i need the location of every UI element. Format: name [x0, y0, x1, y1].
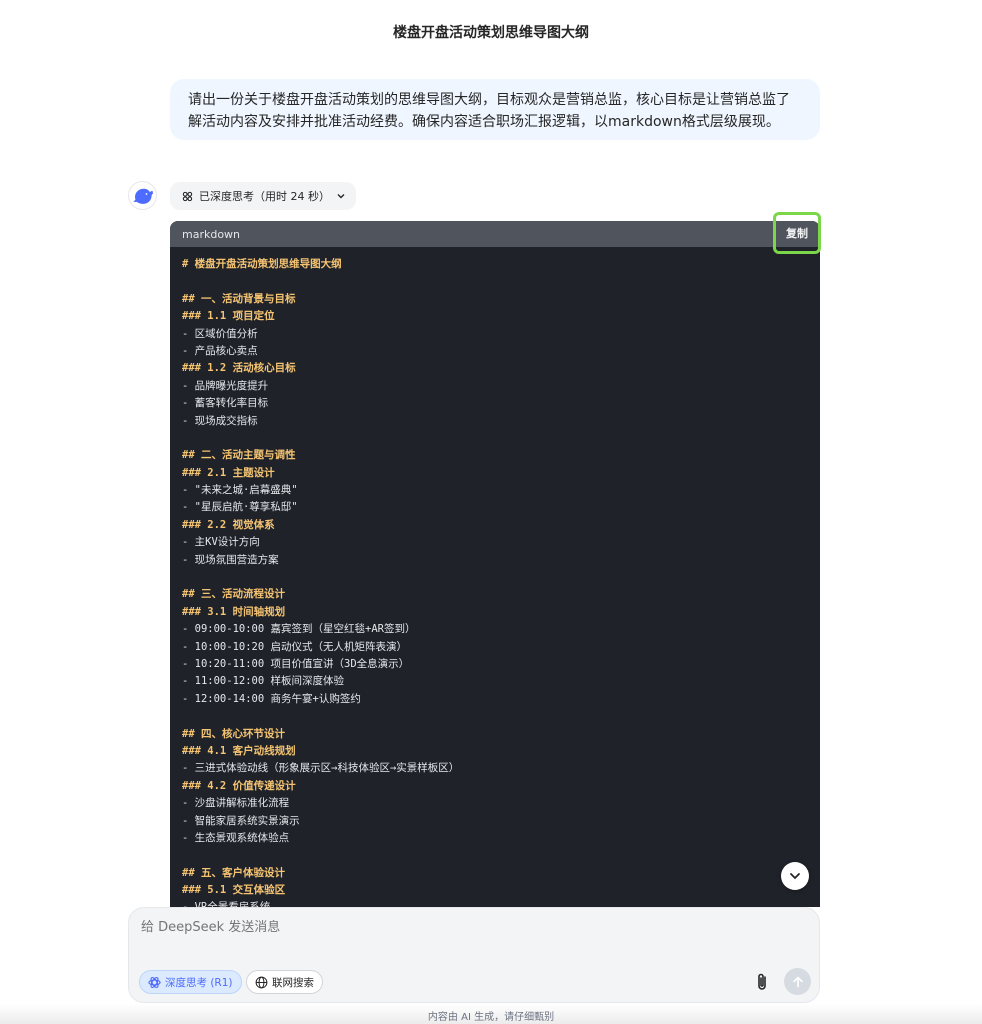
- whale-logo-icon: [133, 188, 153, 204]
- code-line: - 主KV设计方向: [182, 536, 260, 549]
- assistant-avatar: [128, 181, 157, 210]
- code-line: - 蓄客转化率目标: [182, 397, 269, 410]
- send-button[interactable]: [784, 968, 811, 995]
- code-line: - 现场成交指标: [182, 414, 258, 427]
- code-line: - 09:00-10:00 嘉宾签到（星空红毯+AR签到）: [182, 623, 416, 636]
- attach-file-button[interactable]: [751, 970, 773, 994]
- arrow-up-icon: [792, 975, 803, 987]
- code-line: # 楼盘开盘活动策划思维导图大纲: [182, 258, 342, 270]
- deep-think-toggle[interactable]: 深度思考 (R1): [139, 970, 242, 994]
- code-line: ## 四、核心环节设计: [182, 727, 285, 740]
- chevron-down-icon: [336, 191, 346, 201]
- code-line: - "星辰启航·尊享私邸": [182, 501, 298, 514]
- code-line: - VR全景看房系统: [182, 899, 808, 907]
- code-line: - 12:00-14:00 商务午宴+认购签约: [182, 692, 361, 705]
- message-composer: 深度思考 (R1) 联网搜索: [128, 907, 820, 1003]
- code-line: ### 5.1 交互体验区: [182, 884, 286, 897]
- paperclip-icon: [758, 973, 766, 990]
- ai-disclaimer: 内容由 AI 生成，请仔细甄别: [427, 1012, 555, 1023]
- copy-button[interactable]: 复制: [773, 212, 821, 254]
- code-line: - "未来之城·启幕盛典": [182, 484, 298, 497]
- code-line: ## 五、客户体验设计: [182, 866, 285, 879]
- code-line: - 现场氛围营造方案: [182, 553, 279, 566]
- code-line: - 11:00-12:00 样板间深度体验: [182, 675, 345, 688]
- message-input[interactable]: [141, 920, 801, 935]
- code-block: markdown # 楼盘开盘活动策划思维导图大纲 ## 一、活动背景与目标 ##…: [170, 221, 820, 907]
- thinking-label: 已深度思考（用时 24 秒）: [199, 190, 330, 203]
- code-content: # 楼盘开盘活动策划思维导图大纲 ## 一、活动背景与目标 ### 1.1 项目定…: [170, 247, 820, 907]
- code-line: ### 2.2 视觉体系: [182, 518, 275, 531]
- code-line: - 智能家居系统实景演示: [182, 814, 300, 827]
- code-line: ### 4.2 价值传递设计: [182, 779, 296, 792]
- code-line: ### 2.1 主题设计: [182, 466, 275, 479]
- code-language-label: markdown: [182, 227, 241, 241]
- page-title: 楼盘开盘活动策划思维导图大纲: [393, 25, 589, 41]
- code-line: ## 一、活动背景与目标: [182, 292, 296, 305]
- scroll-to-bottom-button[interactable]: [781, 862, 809, 890]
- code-line: - 产品核心卖点: [182, 344, 258, 357]
- code-line: - 区域价值分析: [182, 327, 258, 340]
- web-search-toggle[interactable]: 联网搜索: [246, 970, 323, 994]
- code-line: - 10:20-11:00 项目价值宣讲（3D全息演示）: [182, 657, 410, 670]
- code-line: - 三进式体验动线（形象展示区→科技体验区→实景样板区）: [182, 762, 460, 775]
- thinking-toggle[interactable]: 已深度思考（用时 24 秒）: [170, 182, 356, 210]
- code-line: - 品牌曝光度提升: [182, 379, 269, 392]
- code-line: - 10:00-10:20 启动仪式（无人机矩阵表演）: [182, 640, 408, 653]
- code-line: ### 1.2 活动核心目标: [182, 362, 296, 375]
- code-line: ### 3.1 时间轴规划: [182, 605, 286, 618]
- code-line: - 生态景观系统体验点: [182, 831, 290, 844]
- user-message-bubble: 请出一份关于楼盘开盘活动策划的思维导图大纲，目标观众是营销总监，核心目标是让营销…: [170, 79, 820, 140]
- globe-icon: [255, 976, 268, 989]
- web-search-label: 联网搜索: [272, 976, 314, 989]
- deep-think-icon: [182, 191, 193, 202]
- code-line: ## 三、活动流程设计: [182, 588, 285, 601]
- code-block-header: markdown: [170, 221, 820, 247]
- code-line: ### 4.1 客户动线规划: [182, 744, 296, 757]
- code-line: ### 1.1 项目定位: [182, 310, 275, 323]
- code-line: - 沙盘讲解标准化流程: [182, 797, 290, 810]
- code-line: ## 二、活动主题与调性: [182, 449, 296, 462]
- deep-think-icon: [148, 976, 161, 989]
- chevron-down-icon: [790, 873, 800, 880]
- deep-think-label: 深度思考 (R1): [165, 976, 233, 989]
